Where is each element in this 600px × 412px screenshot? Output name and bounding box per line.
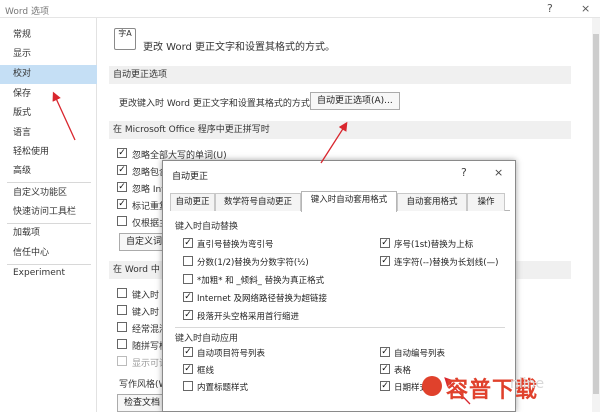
apply-option-checkbox[interactable]: ✓ xyxy=(183,347,193,357)
sidebar-item-typography[interactable]: 版式 xyxy=(0,104,97,123)
replace-option-checkbox[interactable]: ✓ xyxy=(183,310,193,320)
sidebar-item-language[interactable]: 语言 xyxy=(0,124,97,143)
window-title: Word 选项 xyxy=(5,7,49,17)
apply-section-title: 键入时自动应用 xyxy=(175,334,239,344)
sidebar-item-addins[interactable]: 加载项 xyxy=(0,224,97,243)
autocorrect-description: 更改键入时 Word 更正文字和设置其格式的方式: xyxy=(119,99,313,109)
apply-option-checkbox[interactable]: ✓ xyxy=(380,381,390,391)
section-office-spelling: 在 Microsoft Office 程序中更正拼写时 xyxy=(109,121,571,139)
tab-autoformat-as-you-type[interactable]: 键入时自动套用格式 xyxy=(301,191,397,212)
sidebar-item-general[interactable]: 常规 xyxy=(0,26,97,45)
sidebar-item-quick-access[interactable]: 快速访问工具栏 xyxy=(0,203,97,222)
office-option-checkbox[interactable]: ✓ xyxy=(117,148,127,158)
apply-option-label: 表格 xyxy=(394,366,412,376)
office-option-checkbox[interactable]: ✓ xyxy=(117,182,127,192)
office-option-checkbox[interactable]: ✓ xyxy=(117,165,127,175)
office-option-label: 忽略 Int xyxy=(132,185,165,195)
word-option-label: 键入时 xyxy=(132,308,160,318)
replace-option-checkbox[interactable]: ✓ xyxy=(183,292,193,302)
dialog-title: 自动更正 xyxy=(172,172,209,182)
office-option-checkbox[interactable]: ✓ xyxy=(117,199,127,209)
sidebar-item-trust-center[interactable]: 信任中心 xyxy=(0,244,97,263)
panel-scrollbar-thumb[interactable] xyxy=(593,34,599,394)
word-option-label: 键入时 xyxy=(132,291,160,301)
word-option-checkbox xyxy=(117,356,127,366)
writing-style-label: 写作风格(W xyxy=(119,380,168,390)
replace-option-label: Internet 及网络路径替换为超链接 xyxy=(197,294,327,304)
dialog-close-icon[interactable]: × xyxy=(494,166,503,179)
sidebar-item-customize-ribbon[interactable]: 自定义功能区 xyxy=(0,184,97,203)
tab-actions[interactable]: 操作 xyxy=(467,193,505,211)
replace-option-checkbox[interactable] xyxy=(183,256,193,266)
replace-option-checkbox[interactable]: ✓ xyxy=(183,238,193,248)
dialog-help-icon[interactable]: ? xyxy=(461,166,467,179)
tab-math-autocorrect[interactable]: 数学符号自动更正 xyxy=(215,193,301,211)
word-option-checkbox[interactable] xyxy=(117,322,127,332)
dialog-tabs: 自动更正 数学符号自动更正 键入时自动套用格式 自动套用格式 操作 xyxy=(170,191,510,212)
autocorrect-options-button[interactable]: 自动更正选项(A)... xyxy=(310,92,400,110)
apply-option-label: 自动编号列表 xyxy=(394,349,446,359)
replace-option-checkbox[interactable]: ✓ xyxy=(380,238,390,248)
window-titlebar: Word 选项 ? × xyxy=(0,0,600,18)
replace-option-label: 序号(1st)替换为上标 xyxy=(394,240,474,250)
sidebar-item-save[interactable]: 保存 xyxy=(0,85,97,104)
word-option-checkbox[interactable] xyxy=(117,305,127,315)
close-icon[interactable]: × xyxy=(581,2,590,15)
apply-option-checkbox[interactable]: ✓ xyxy=(380,347,390,357)
dialog-divider xyxy=(175,327,505,328)
section-autocorrect: 自动更正选项 xyxy=(109,66,571,84)
word-option-checkbox[interactable] xyxy=(117,339,127,349)
replace-option-label: *加粗* 和 _倾斜_ 替换为真正格式 xyxy=(197,276,325,286)
replace-option-label: 直引号替换为弯引号 xyxy=(197,240,274,250)
sidebar-item-display[interactable]: 显示 xyxy=(0,45,97,64)
sidebar-item-advanced[interactable]: 高级 xyxy=(0,162,97,181)
replace-option-checkbox[interactable] xyxy=(183,274,193,284)
proofing-header: 更改 Word 更正文字和设置其格式的方式。 xyxy=(143,42,336,53)
options-sidebar: 常规 显示 校对 保存 版式 语言 轻松使用 高级 自定义功能区 快速访问工具栏… xyxy=(0,18,97,412)
proofing-abc-icon: 字A xyxy=(114,28,136,50)
apply-option-label: 框线 xyxy=(197,366,215,376)
replace-option-label: 分数(1/2)替换为分数字符(½) xyxy=(197,258,309,268)
replace-option-label: 段落开头空格采用首行缩进 xyxy=(197,312,300,322)
tab-autoformat[interactable]: 自动套用格式 xyxy=(397,193,467,211)
replace-section-title: 键入时自动替换 xyxy=(175,222,239,232)
apply-option-label: 自动项目符号列表 xyxy=(197,349,266,359)
help-icon[interactable]: ? xyxy=(547,2,553,15)
apply-option-checkbox[interactable]: ✓ xyxy=(380,364,390,374)
apply-option-label: 内置标题样式 xyxy=(197,383,249,393)
replace-option-checkbox[interactable]: ✓ xyxy=(380,256,390,266)
sidebar-item-proofing[interactable]: 校对 xyxy=(0,65,97,84)
word-option-checkbox[interactable] xyxy=(117,288,127,298)
apply-option-checkbox[interactable] xyxy=(183,381,193,391)
sidebar-divider xyxy=(7,182,91,183)
watermark-subtext: nline xyxy=(510,376,545,392)
apply-option-checkbox[interactable]: ✓ xyxy=(183,364,193,374)
sidebar-item-experiment[interactable]: Experiment xyxy=(0,264,97,283)
office-option-checkbox[interactable] xyxy=(117,216,127,226)
replace-option-label: 连字符(--)替换为长划线(—) xyxy=(394,258,499,268)
watermark-logo xyxy=(422,376,442,396)
tab-autocorrect[interactable]: 自动更正 xyxy=(170,193,215,211)
sidebar-item-accessibility[interactable]: 轻松使用 xyxy=(0,143,97,162)
check-document-button[interactable]: 检查文档 xyxy=(117,394,168,412)
